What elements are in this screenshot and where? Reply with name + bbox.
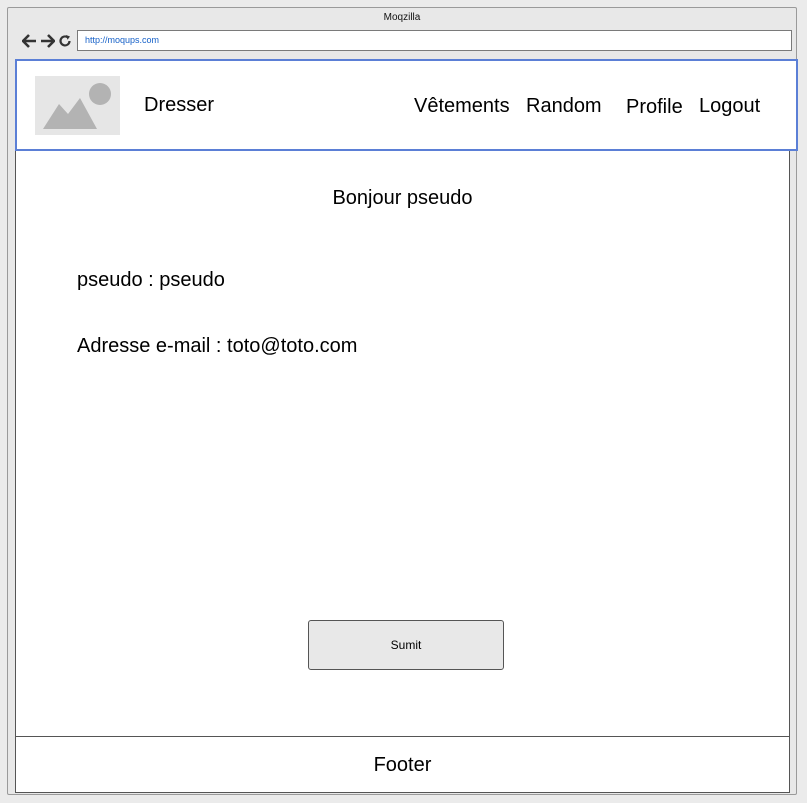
window-title: Moqzilla (383, 12, 421, 23)
email-field: Adresse e-mail : toto@toto.com (77, 335, 358, 357)
pseudo-field: pseudo : pseudo (77, 269, 225, 291)
site-footer: Footer (16, 736, 789, 792)
page-viewport: Dresser Vêtements Random Profile Logout … (15, 59, 798, 793)
page-title: Bonjour pseudo (332, 187, 473, 209)
back-arrow-icon[interactable] (22, 34, 37, 48)
submit-button[interactable]: Sumit (308, 620, 504, 670)
nav-item-profile[interactable]: Profile (626, 96, 683, 119)
forward-arrow-icon[interactable] (40, 34, 55, 48)
browser-window: Moqzilla http://moqups.com Dresser Vêtem… (7, 7, 798, 795)
image-placeholder-icon (35, 76, 120, 135)
reload-icon[interactable] (58, 34, 72, 48)
browser-nav (22, 33, 72, 49)
nav-item-logout[interactable]: Logout (699, 95, 760, 118)
nav-item-random[interactable]: Random (526, 95, 602, 118)
site-header: Dresser Vêtements Random Profile Logout (15, 59, 798, 151)
brand-name[interactable]: Dresser (144, 94, 214, 117)
nav-item-vetements[interactable]: Vêtements (414, 95, 510, 118)
address-bar[interactable]: http://moqups.com (77, 30, 792, 51)
